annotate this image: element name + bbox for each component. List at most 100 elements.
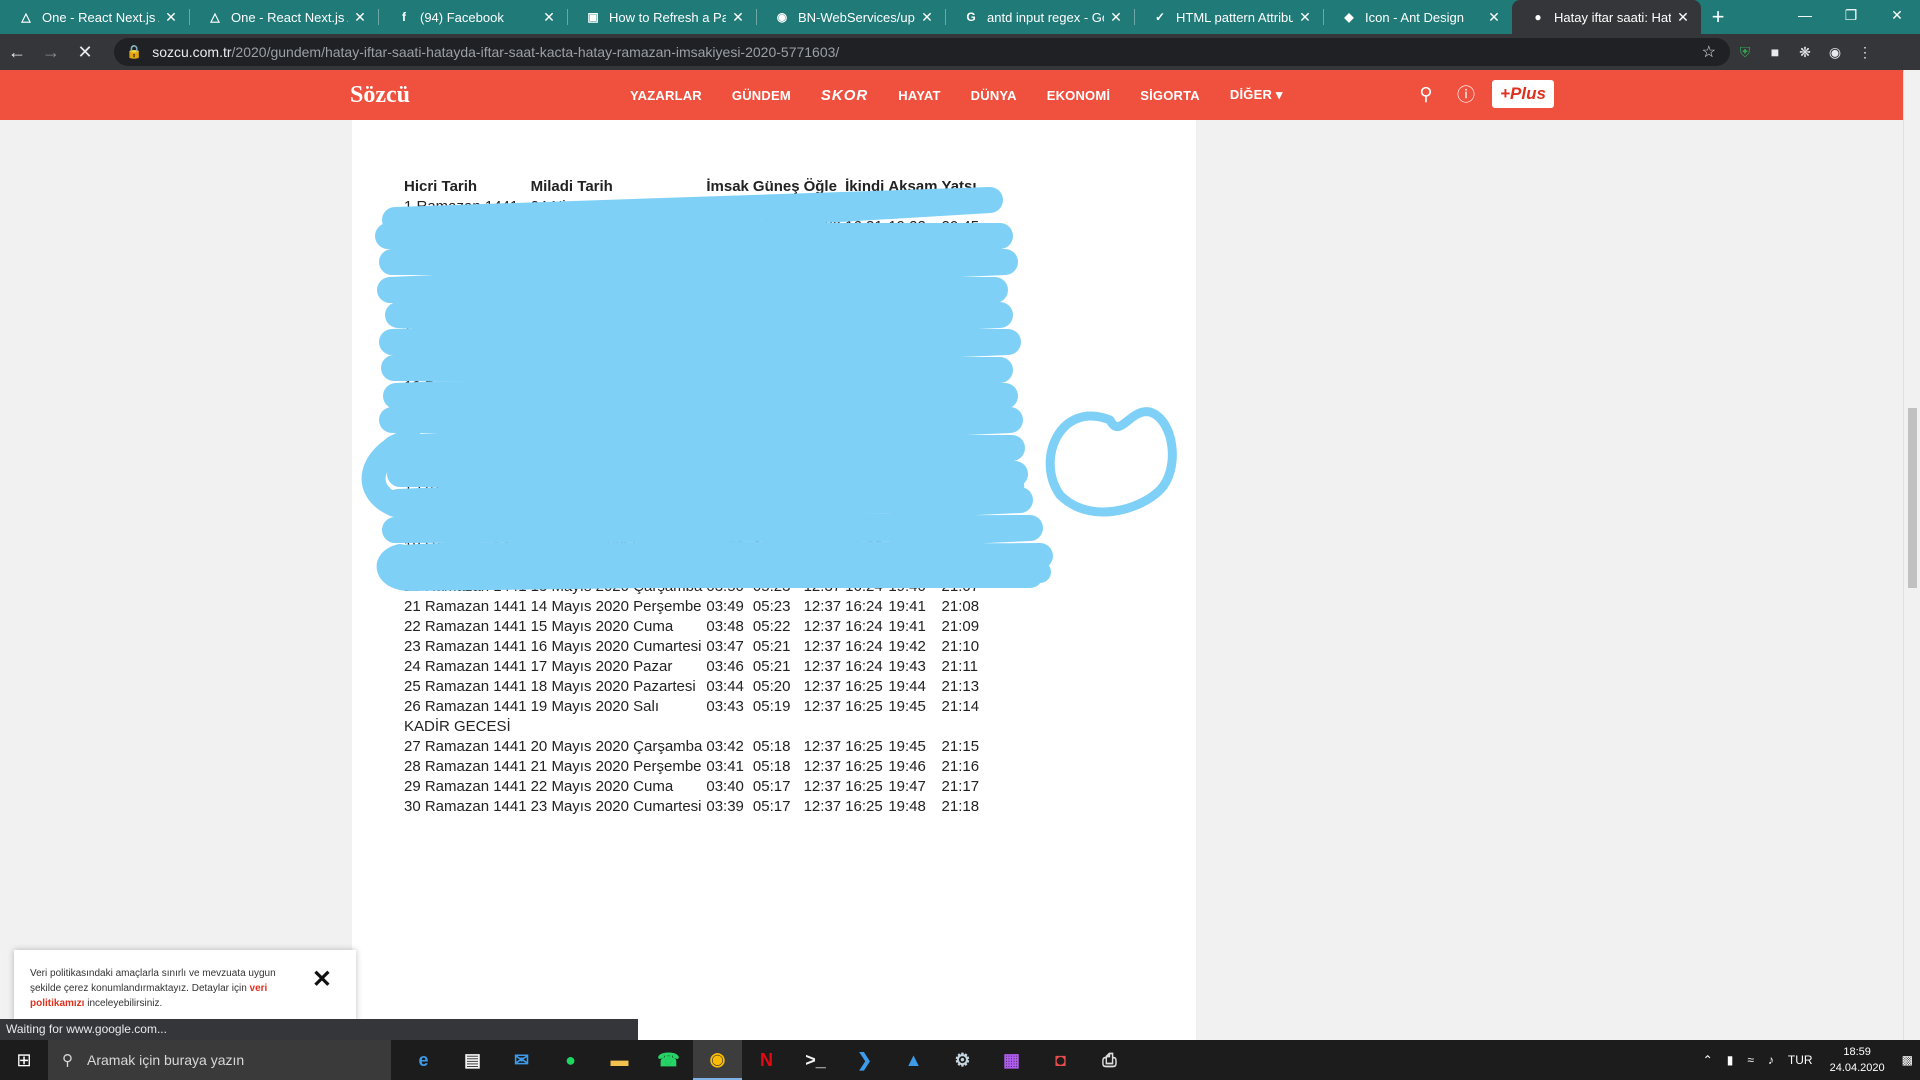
volume-icon[interactable]: ♪ (1768, 1053, 1774, 1067)
chrome-icon[interactable]: ◉ (693, 1040, 742, 1080)
table-cell: 8 Ramazan 1441 (404, 337, 519, 355)
language-indicator[interactable]: TUR (1788, 1053, 1813, 1067)
store-icon[interactable]: ▤ (448, 1040, 497, 1080)
clock[interactable]: 18:59 24.04.2020 (1830, 1044, 1885, 1076)
new-tab-button[interactable]: + (1701, 0, 1735, 34)
table-cell: 20:57 (941, 417, 980, 435)
video-extension-icon[interactable]: ■ (1760, 38, 1790, 66)
table-cell: 03:55 (706, 497, 744, 515)
table-cell: 16:25 (845, 697, 883, 715)
tab-close-icon[interactable]: ✕ (1297, 9, 1313, 25)
terminal-icon[interactable]: >_ (791, 1040, 840, 1080)
table-cell: 20:59 (941, 457, 980, 475)
stop-loading-icon[interactable]: ✕ (68, 38, 102, 66)
tab-close-icon[interactable]: ✕ (730, 9, 746, 25)
close-window-icon[interactable]: ✕ (1874, 0, 1920, 30)
camera-icon[interactable]: ◘ (1036, 1040, 1085, 1080)
table-cell: 12:38 (803, 317, 842, 335)
search-icon[interactable]: ⚲ (1412, 80, 1440, 108)
maximize-icon[interactable]: ❐ (1828, 0, 1874, 30)
chevron-up-icon[interactable]: ⌃ (1703, 1053, 1713, 1067)
tab-close-icon[interactable]: ✕ (352, 9, 368, 25)
table-cell: 12:37 (803, 657, 842, 675)
nav-dunya[interactable]: DÜNYA (971, 88, 1017, 103)
windows-start-icon[interactable]: ⊞ (0, 1040, 48, 1080)
table-cell: 05:26 (752, 517, 791, 535)
address-bar[interactable]: 🔒 sozcu.com.tr/2020/gundem/hatay-iftar-s… (114, 38, 1730, 66)
nav-yazarlar[interactable]: YAZARLAR (630, 88, 702, 103)
table-cell: 16:23 (845, 377, 883, 395)
browser-tab[interactable]: △ One - React Next.js Ant✕ (189, 0, 378, 34)
table-row: 21 Ramazan 1441 14 Mayıs 2020 Perşembe 03:… (402, 596, 981, 616)
browser-tab[interactable]: ✓ HTML pattern Attribute✕ (1134, 0, 1323, 34)
cookie-close-icon[interactable]: ✕ (312, 968, 332, 992)
plus-button[interactable]: + Plus (1492, 80, 1554, 108)
tab-close-icon[interactable]: ✕ (541, 9, 557, 25)
caret-down-icon: ▾ (1275, 87, 1283, 102)
table-cell: 04:16 (706, 217, 744, 235)
table-cell: 16:25 (845, 677, 883, 695)
nav-sigorta[interactable]: SİGORTA (1140, 88, 1200, 103)
help-icon[interactable]: ⓘ (1452, 80, 1480, 108)
browser-tab[interactable]: ● Hatay iftar saati: Hatay✕ (1512, 0, 1701, 34)
table-cell: 19:40 (888, 577, 926, 595)
browser-tab[interactable]: ◆ Icon - Ant Design ✕ (1323, 0, 1512, 34)
table-cell: 16:22 (845, 357, 883, 375)
table-row: 13 Ramazan 1441 6 Mayıs 2020 Çarşamba 03:5… (402, 436, 981, 456)
nav-diger[interactable]: DİĞER ▾ (1230, 87, 1283, 103)
battery-icon[interactable]: ▮ (1727, 1053, 1734, 1067)
app-icon[interactable]: ▦ (987, 1040, 1036, 1080)
page-scrollbar[interactable] (1903, 70, 1920, 1040)
taskbar-search[interactable]: ⚲ Aramak için buraya yazın (48, 1040, 391, 1080)
tab-title: (94) Facebook (420, 9, 504, 25)
nav-skor[interactable]: SKOR (821, 87, 868, 104)
edge-icon[interactable]: e (399, 1040, 448, 1080)
table-cell: 25 Nisan 2020 Cumartesi (530, 217, 700, 235)
taskbar: ⊞ ⚲ Aramak için buraya yazın e ▤ ✉ ● ▬ ☎ ◉ N >_ ❯… (0, 1040, 1920, 1080)
browser-tab[interactable]: ▣ How to Refresh a Page✕ (567, 0, 756, 34)
tab-close-icon[interactable]: ✕ (1108, 9, 1124, 25)
table-cell: 23 Mayıs 2020 Cumartesi (530, 797, 702, 815)
browser-tab[interactable]: Gantd input regex - Goo ✕ (945, 0, 1134, 34)
netflix-icon[interactable]: N (742, 1040, 791, 1080)
wifi-icon[interactable]: ≈ (1747, 1053, 1754, 1067)
tab-close-icon[interactable]: ✕ (1486, 9, 1502, 25)
settings-extension-icon[interactable]: ❋ (1790, 38, 1820, 66)
steam-icon[interactable]: ⚙ (938, 1040, 987, 1080)
table-cell: 16:24 (845, 657, 883, 675)
tab-close-icon[interactable]: ✕ (163, 9, 179, 25)
table-cell: 05:24 (752, 557, 791, 575)
scrollbar-thumb[interactable] (1908, 408, 1917, 588)
table-cell: 16:23 (845, 497, 883, 515)
browser-tab[interactable]: f (94) Facebook ✕ (378, 0, 567, 34)
nav-ekonomi[interactable]: EKONOMİ (1047, 88, 1111, 103)
mail-icon[interactable]: ✉ (497, 1040, 546, 1080)
folder-icon[interactable]: ▬ (595, 1040, 644, 1080)
back-arrow-icon[interactable]: ← (0, 38, 34, 66)
table-cell: 17 Mayıs 2020 Pazar (530, 657, 673, 675)
spotify-icon[interactable]: ● (546, 1040, 595, 1080)
bookmark-star-icon[interactable]: ☆ (1702, 42, 1716, 62)
whatsapp-icon[interactable]: ☎ (644, 1040, 693, 1080)
browser-tab[interactable]: △ One - React Next.js Ant✕ (0, 0, 189, 34)
profile-avatar[interactable]: ◉ (1820, 38, 1850, 66)
notifications-icon[interactable]: ▩ (1902, 1053, 1913, 1067)
table-cell: 03:39 (706, 797, 744, 815)
forward-arrow-icon[interactable]: → (34, 38, 68, 66)
clock-time: 18:59 (1843, 1046, 1871, 1058)
printer-icon[interactable]: ⎙ (1085, 1040, 1134, 1080)
shield-extension-icon[interactable]: ⛨ (1730, 38, 1760, 66)
photos-icon[interactable]: ▲ (889, 1040, 938, 1080)
menu-dots-icon[interactable]: ⋮ (1850, 38, 1880, 66)
tab-title: Hatay iftar saati: Hatay (1554, 9, 1671, 25)
vscode-icon[interactable]: ❯ (840, 1040, 889, 1080)
minimize-icon[interactable]: — (1782, 0, 1828, 30)
tab-title: HTML pattern Attribute (1176, 9, 1293, 25)
nav-gundem[interactable]: GÜNDEM (732, 88, 791, 103)
tab-close-icon[interactable]: ✕ (1675, 9, 1691, 25)
site-logo[interactable]: Sözcü (350, 82, 410, 109)
browser-tab[interactable]: ◉ BN-WebServices/updat✕ (756, 0, 945, 34)
tab-close-icon[interactable]: ✕ (919, 9, 935, 25)
nav-hayat[interactable]: HAYAT (898, 88, 940, 103)
table-cell: 20 Mayıs 2020 Çarşamba (530, 737, 703, 755)
